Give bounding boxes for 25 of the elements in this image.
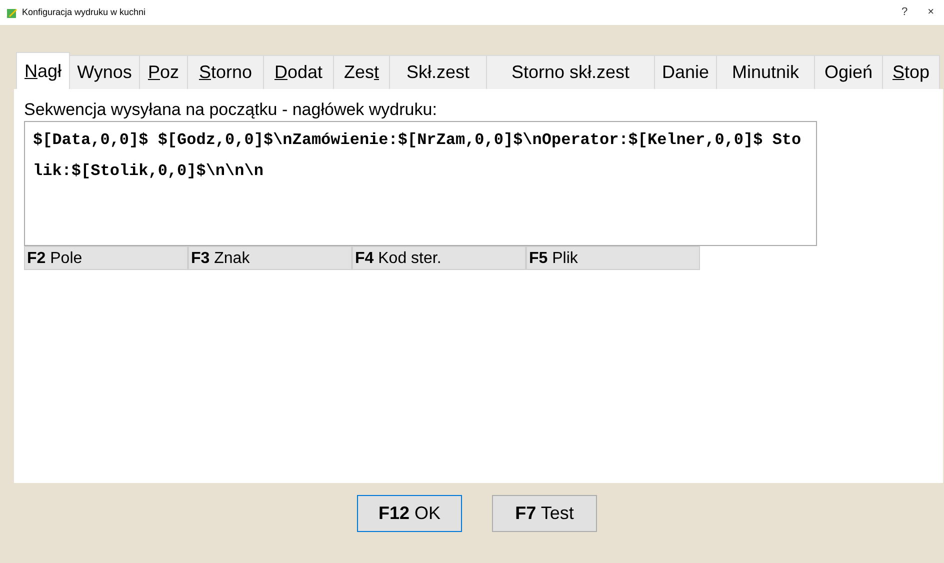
sequence-field[interactable]: $[Data,0,0]$ $[Godz,0,0]$\nZamówienie:$[NrZam,0,0]$\nOperator:$[Kelner,0,0]$ Stolik:$[Stolik,0,0]$\n\n\n [24, 121, 817, 246]
field-label: Sekwencja wysyłana na początku - nagłówek wydruku: [24, 99, 438, 121]
tab[interactable]: Storno skł.zest [487, 55, 655, 89]
window-title: Konfiguracja wydruku w kuchni [22, 6, 146, 19]
tab[interactable]: Wynos [70, 55, 140, 89]
test-button[interactable]: F7 Test [492, 495, 597, 532]
insert-button[interactable]: F2 Pole [24, 246, 188, 270]
tab[interactable]: Danie [655, 55, 717, 89]
insert-button[interactable]: F5 Plik [526, 246, 700, 270]
tab[interactable]: Dodat [264, 55, 334, 89]
ok-button[interactable]: F12 OK [357, 495, 462, 532]
sequence-text: $[Data,0,0]$ $[Godz,0,0]$\nZamówienie:$[NrZam,0,0]$\nOperator:$[Kelner,0,0]$ Stolik:$[Stolik,0,0]$\n\n\n [33, 130, 802, 182]
tab[interactable]: Zest [334, 55, 390, 89]
app-icon [6, 6, 18, 18]
tab[interactable]: Poz [140, 55, 188, 89]
tab[interactable]: Skł.zest [390, 55, 487, 89]
tab[interactable]: Minutnik [717, 55, 815, 89]
close-button[interactable]: × [928, 4, 934, 21]
tab[interactable]: Stop [883, 55, 940, 89]
insert-button[interactable]: F3 Znak [188, 246, 352, 270]
tab[interactable]: Storno [188, 55, 264, 89]
tab[interactable]: Nagł [16, 52, 70, 89]
tab[interactable]: Ogień [815, 55, 883, 89]
insert-button[interactable]: F4 Kod ster. [352, 246, 526, 270]
help-button[interactable]: ? [901, 4, 908, 21]
